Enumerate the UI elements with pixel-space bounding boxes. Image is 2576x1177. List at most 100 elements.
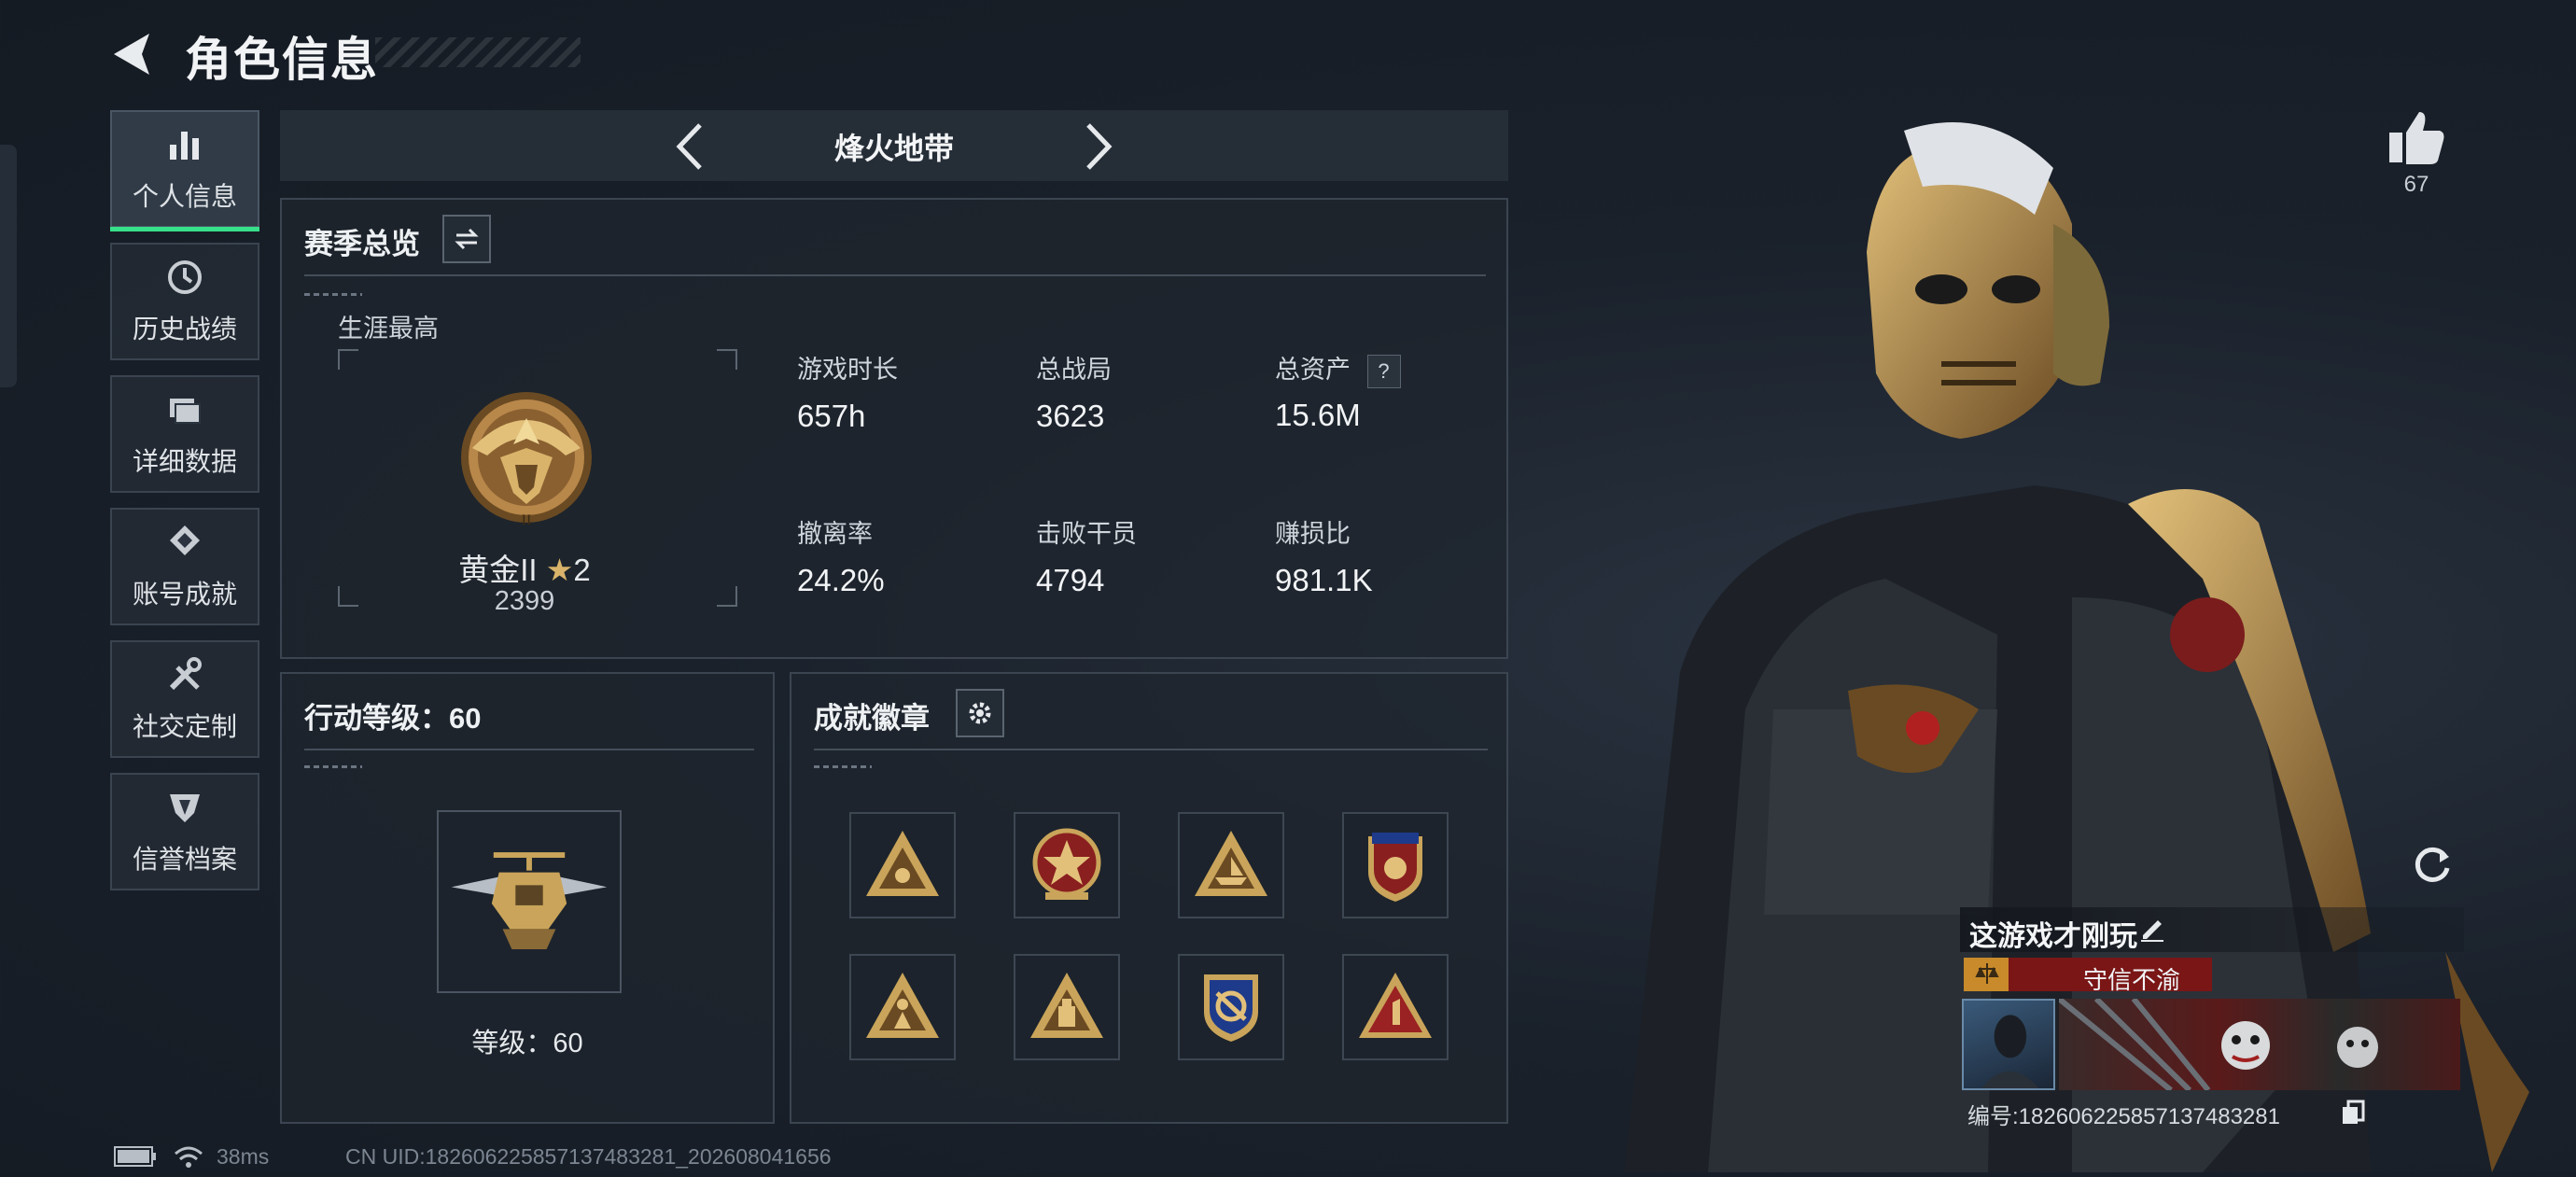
badge-slot[interactable] [1342, 812, 1449, 918]
stat-value: 657h [797, 399, 866, 433]
triangle-badge-icon [866, 831, 939, 896]
stat-total-matches: 总战局 3623 [1036, 349, 1112, 434]
action-level-emblem [437, 810, 622, 993]
scales-icon [1973, 960, 2001, 992]
frame-corner [338, 349, 358, 370]
player-name: 这游戏才刚玩 [1969, 921, 2137, 952]
sidebar-item-reputation[interactable]: 信誉档案 [110, 773, 259, 890]
divider-dash [304, 765, 362, 768]
stat-value: 3623 [1036, 399, 1105, 433]
copy-id-button[interactable] [2341, 1100, 2365, 1130]
badge-slot[interactable] [849, 954, 956, 1060]
stat-label: 总资产 ? [1275, 349, 1401, 388]
edit-name-button[interactable] [2137, 913, 2167, 947]
star-shield-badge-icon [1032, 828, 1101, 900]
reputation-tag[interactable]: 守信不渝 [1964, 958, 2212, 994]
sidebar-item-history[interactable]: 历史战绩 [110, 243, 259, 360]
career-best-label: 生涯最高 [338, 315, 439, 343]
history-clock-icon [168, 260, 202, 294]
thumbs-up-icon [2389, 112, 2444, 164]
player-id-text: 编号:1826062258571374832​81 [1967, 1104, 2280, 1129]
folder-icon [170, 399, 201, 424]
gear-icon [969, 702, 991, 724]
frame-corner [717, 349, 737, 370]
sidebar-item-label: 账号成就 [132, 580, 237, 609]
chevron-right-icon [1086, 123, 1113, 170]
frame-corner [338, 586, 358, 607]
boat-triangle-badge-icon [1195, 831, 1267, 896]
section-title: 行动等级：60 [304, 702, 482, 735]
sidebar-item-account-achievements[interactable]: 账号成就 [110, 508, 259, 625]
stat-value: 24.2% [797, 563, 885, 597]
swap-button[interactable] [442, 215, 491, 263]
like-button[interactable] [2384, 105, 2449, 170]
divider [304, 274, 1486, 276]
achievement-icon [170, 525, 200, 555]
sidebar-item-label: 信誉档案 [132, 845, 237, 874]
stat-operators-defeated: 击败干员 4794 [1036, 513, 1137, 598]
section-title: 赛季总览 [304, 228, 420, 260]
title-decoration [375, 37, 581, 67]
frame-corner [717, 586, 737, 607]
stat-value: 4794 [1036, 563, 1105, 597]
back-arrow-icon [114, 34, 149, 75]
swap-icon [455, 228, 479, 250]
battery-icon [114, 1146, 157, 1171]
refresh-icon [2415, 847, 2450, 882]
profile-name-row: 这游戏才刚玩 [1960, 907, 2464, 952]
avatar-portrait-icon [1981, 1015, 2039, 1088]
gear-triangle-badge-icon [1030, 973, 1103, 1038]
wifi-icon [172, 1142, 205, 1175]
bar-chart-icon [170, 132, 199, 160]
stat-value: 15.6M [1275, 398, 1361, 432]
avatar[interactable] [1962, 999, 2055, 1090]
tools-icon [169, 657, 202, 691]
helicopter-emblem-icon [451, 852, 608, 949]
rank-points: 2399 [494, 586, 555, 616]
badge-slot[interactable] [1014, 812, 1120, 918]
sidebar-item-detail-data[interactable]: 详细数据 [110, 375, 259, 493]
sidebar-item-label: 个人信息 [132, 182, 237, 211]
rank-name: 黄金II [458, 553, 538, 587]
sidebar-item-personal-info[interactable]: 个人信息 [110, 110, 259, 231]
player-id: 编号:1826062258571374832​81 [1967, 1098, 2280, 1130]
svg-text:II: II [522, 512, 532, 528]
anchor-shield-badge-icon [1204, 974, 1258, 1042]
edge-handle[interactable] [0, 145, 17, 387]
sidebar-item-label: 社交定制 [132, 712, 237, 741]
divider-dash [304, 293, 362, 296]
sidebar-item-label: 详细数据 [132, 447, 237, 476]
profile-banner[interactable] [2059, 999, 2460, 1090]
rank-stars: 2 [573, 553, 591, 587]
mode-selector: 烽火地带 [280, 110, 1508, 181]
mode-label: 烽火地带 [833, 132, 954, 165]
pencil-icon [2141, 920, 2163, 942]
star-icon: ★ [545, 553, 574, 587]
stat-playtime: 游戏时长 657h [797, 349, 898, 434]
help-icon[interactable]: ? [1366, 355, 1401, 388]
badge-slot[interactable] [1178, 812, 1284, 918]
action-level-text: 等级：60 [471, 1029, 583, 1058]
rotate-model-button[interactable] [2408, 840, 2457, 889]
back-button[interactable] [105, 26, 161, 82]
badge-slot[interactable] [1178, 954, 1284, 1060]
mode-next-button[interactable] [1079, 121, 1116, 176]
page-title: 角色信息 [185, 34, 379, 86]
season-overview-panel: 赛季总览 生涯最高 II 黄金II ★2 2399 游戏时长 657h 总战局 … [280, 198, 1508, 659]
flag-shield-badge-icon [1368, 833, 1422, 902]
badge-slot[interactable] [1014, 954, 1120, 1060]
stat-label: 总战局 [1036, 356, 1112, 384]
divider-dash [814, 765, 872, 768]
badge-slot[interactable] [1342, 954, 1449, 1060]
stat-label: 撤离率 [797, 520, 873, 548]
sidebar-item-social-custom[interactable]: 社交定制 [110, 640, 259, 758]
number-one-triangle-badge-icon [1359, 973, 1432, 1038]
stat-value: 981.1K [1275, 563, 1373, 597]
rank-medal-icon: II [454, 383, 599, 528]
stat-label: 赚损比 [1275, 520, 1351, 548]
achievement-badges-panel: 成就徽章 [790, 672, 1508, 1124]
badge-settings-button[interactable] [956, 689, 1004, 737]
badge-slot[interactable] [849, 812, 956, 918]
reputation-tag-label: 守信不渝 [2083, 966, 2181, 994]
stat-total-assets: 总资产 ? 15.6M [1275, 349, 1401, 433]
